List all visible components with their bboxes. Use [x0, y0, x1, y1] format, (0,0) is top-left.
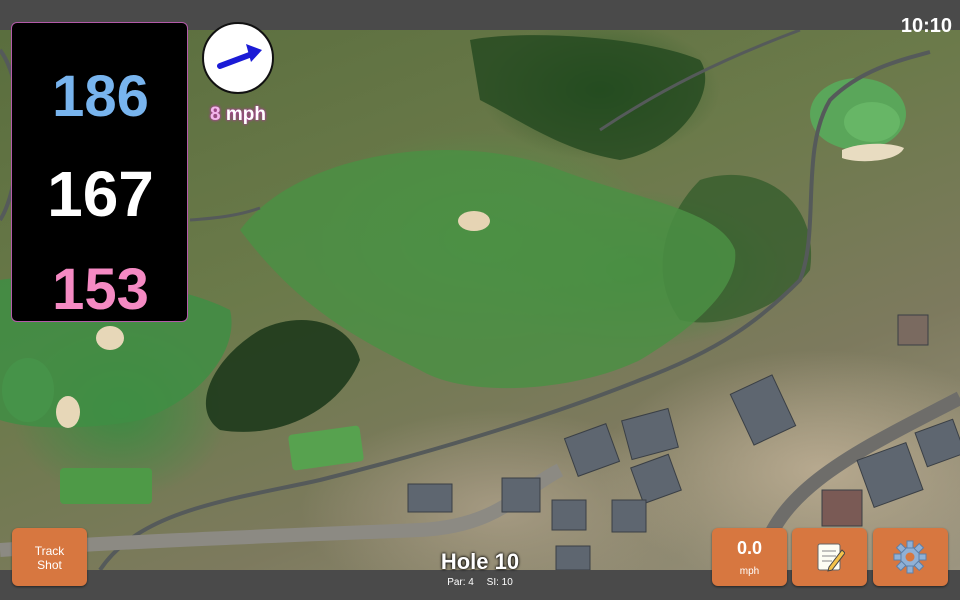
notepad-icon [817, 543, 845, 572]
wind-speed-unit: mph [225, 104, 266, 125]
front-distance: 153 [52, 257, 149, 322]
speed-unit: mph [739, 566, 760, 577]
par-label: Par: 4 [447, 577, 474, 588]
speed-button[interactable]: 0.0 mph [712, 528, 787, 586]
track-shot-label-line1: Track [34, 544, 65, 558]
wind-speed-value: 8 [210, 104, 221, 125]
hole-title: Hole 10 [440, 549, 520, 574]
settings-button[interactable] [873, 528, 948, 586]
clock: 10:10 [900, 15, 952, 37]
stroke-index-label: SI: 10 [486, 577, 513, 588]
wind-speed-label: 8 mph [196, 104, 280, 126]
distance-panel: 186 167 153 [11, 22, 188, 322]
back-distance: 186 [52, 64, 149, 129]
wind-indicator [202, 22, 274, 94]
speed-value: 0.0 [736, 538, 763, 558]
notes-button[interactable] [792, 528, 867, 586]
middle-distance: 167 [47, 158, 154, 230]
hole-info: Par: 4 SI: 10 [380, 577, 580, 588]
gear-icon [893, 540, 927, 574]
wind-arrow-icon [217, 44, 262, 69]
track-shot-label-line2: Shot [37, 558, 62, 572]
track-shot-button[interactable]: Track Shot [12, 528, 87, 586]
